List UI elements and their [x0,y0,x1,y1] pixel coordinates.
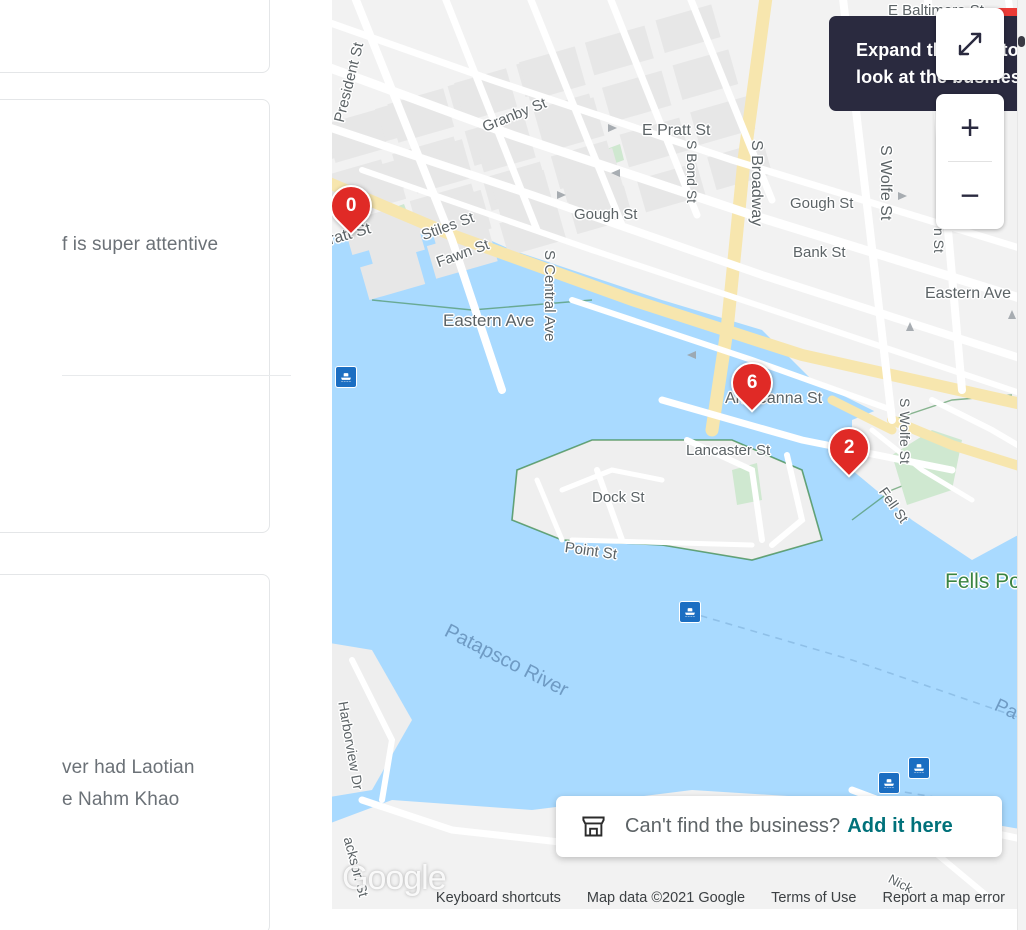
map-search-page: f is super attentive ver had Laotian e N… [0,0,1026,930]
attribution-link[interactable]: Report a map error [870,890,1019,906]
zoom-in-button[interactable]: + [936,94,1004,161]
scrollbar-thumb[interactable] [1018,36,1025,47]
review-snippet: f is super attentive [62,234,219,255]
review-snippet: ver had Laotian [62,757,195,778]
review-results-sidebar: f is super attentive ver had Laotian e N… [0,0,332,930]
ferry-stop-icon[interactable] [679,601,701,623]
review-card[interactable] [0,574,270,930]
review-card[interactable] [0,99,270,533]
expand-diagonal-arrows-icon [958,32,982,56]
review-card[interactable] [0,0,270,73]
zoom-out-button[interactable]: − [936,162,1004,229]
review-snippet: e Nahm Khao [62,789,180,810]
add-it-here-link[interactable]: Add it here [847,815,953,837]
ferry-stop-icon[interactable] [335,366,357,388]
map-marker-count: 6 [746,372,758,394]
add-business-prompt: Can't find the business? Add it here [625,815,953,838]
ferry-stop-icon[interactable] [908,757,930,779]
map-bottom-strip [332,909,1026,930]
attribution-link[interactable]: Keyboard shortcuts [423,890,574,906]
map-marker-count: 0 [345,195,357,217]
attribution-link[interactable]: Terms of Use [758,890,869,906]
map-marker-count: 2 [843,437,855,459]
ferry-stop-icon[interactable] [878,772,900,794]
add-business-question: Can't find the business? [625,815,841,837]
add-business-bar[interactable]: Can't find the business? Add it here [556,796,1002,857]
expand-map-button[interactable] [936,8,1004,80]
google-map[interactable]: E Baltimore St E Pratt St Granby St Preside… [332,0,1026,930]
page-scrollbar[interactable] [1017,0,1026,930]
card-divider [62,375,291,376]
zoom-controls[interactable]: + − [936,94,1004,229]
map-attribution-bar: Keyboard shortcuts Map data ©2021 Google T… [332,887,1026,909]
map-tiles [332,0,1026,930]
attribution-text: Map data ©2021 Google [586,890,746,906]
storefront-icon [580,813,607,840]
